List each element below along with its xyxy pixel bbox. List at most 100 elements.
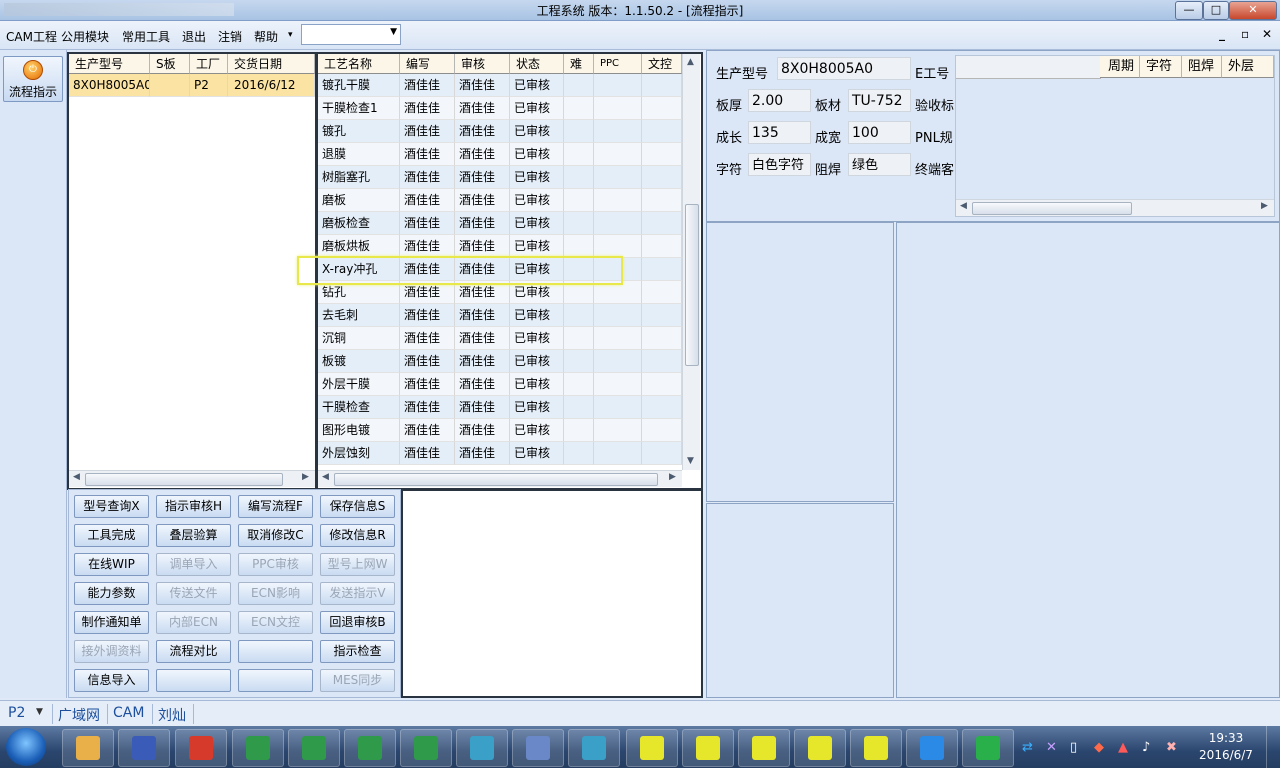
speaker-icon[interactable]: ♪ [1142, 740, 1150, 755]
char-field[interactable]: 白色字符 [748, 153, 811, 176]
shield-icon[interactable]: ◆ [1094, 740, 1104, 755]
network-status-icon[interactable]: ✖ [1166, 740, 1177, 755]
scroll-thumb[interactable] [334, 473, 658, 486]
taskbar-app-button[interactable] [400, 729, 452, 767]
clock-date[interactable]: 2016/6/7 [1196, 748, 1256, 762]
device-icon[interactable]: ▯ [1070, 740, 1077, 755]
col-header-mask[interactable]: 阻焊 [1182, 56, 1222, 78]
taskbar-app-button[interactable] [626, 729, 678, 767]
col-header-reviewer[interactable]: 审核 [455, 54, 510, 74]
taskbar-app-button[interactable] [456, 729, 508, 767]
taskbar-app-button[interactable] [232, 729, 284, 767]
menu-cam[interactable]: CAM工程 [6, 28, 57, 45]
table-row[interactable]: 外层干膜 酒佳佳 酒佳佳 已审核 [318, 373, 682, 396]
scroll-up-icon[interactable]: ▲ [687, 57, 694, 67]
length-field[interactable]: 135 [748, 121, 811, 144]
col-header-model[interactable]: 生产型号 [69, 54, 150, 74]
scroll-thumb[interactable] [685, 204, 699, 366]
menu-logout[interactable]: 注销 [218, 28, 242, 45]
menu-public-module[interactable]: 公用模块 [61, 28, 109, 45]
status-factory[interactable]: P2 [8, 705, 25, 721]
scroll-thumb[interactable] [972, 202, 1132, 215]
network-app-icon[interactable]: ⇄ [1022, 740, 1033, 755]
mask-field[interactable]: 绿色 [848, 153, 911, 176]
table-row[interactable]: 磨板 酒佳佳 酒佳佳 已审核 [318, 189, 682, 212]
blank-button[interactable] [238, 669, 313, 692]
action-button-3-0[interactable]: 能力参数 [74, 582, 149, 605]
process-horizontal-scrollbar[interactable]: ◀ ▶ [318, 470, 682, 487]
scroll-thumb[interactable] [85, 473, 283, 486]
col-header-date[interactable]: 交货日期 [228, 54, 315, 74]
taskbar-app-button[interactable] [682, 729, 734, 767]
col-header-difficulty[interactable]: 难 [564, 54, 594, 74]
mdi-close-button[interactable]: ✕ [1262, 27, 1272, 41]
taskbar-app-button[interactable] [794, 729, 846, 767]
col-header-s[interactable]: S板 [150, 54, 190, 74]
table-row[interactable]: 镀孔干膜 酒佳佳 酒佳佳 已审核 [318, 74, 682, 97]
action-button-5-3[interactable]: 指示检查 [320, 640, 395, 663]
col-header-ppc[interactable]: PPC [594, 54, 642, 74]
table-row[interactable]: 板镀 酒佳佳 酒佳佳 已审核 [318, 350, 682, 373]
mdi-minimize-button[interactable]: _ [1219, 27, 1225, 41]
material-field[interactable]: TU-752 [848, 89, 911, 112]
taskbar-app-button[interactable] [568, 729, 620, 767]
start-button[interactable] [6, 728, 46, 766]
scroll-right-icon[interactable]: ▶ [302, 472, 309, 482]
scroll-left-icon[interactable]: ◀ [322, 472, 329, 482]
action-button-1-3[interactable]: 修改信息R [320, 524, 395, 547]
table-row[interactable]: 退膜 酒佳佳 酒佳佳 已审核 [318, 143, 682, 166]
action-button-4-3[interactable]: 回退审核B [320, 611, 395, 634]
taskbar-app-button[interactable] [175, 729, 227, 767]
action-button-1-0[interactable]: 工具完成 [74, 524, 149, 547]
process-vertical-scrollbar[interactable]: ▲ ▼ [682, 54, 700, 470]
table-row[interactable]: 干膜检查1 酒佳佳 酒佳佳 已审核 [318, 97, 682, 120]
width-field[interactable]: 100 [848, 121, 911, 144]
action-button-6-0[interactable]: 信息导入 [74, 669, 149, 692]
taskbar-app-button[interactable] [962, 729, 1014, 767]
taskbar-app-button[interactable] [512, 729, 564, 767]
taskbar-app-button[interactable] [344, 729, 396, 767]
mdi-restore-button[interactable]: ▫ [1241, 27, 1249, 41]
cycle-horizontal-scrollbar[interactable]: ◀ ▶ [956, 199, 1274, 216]
scroll-right-icon[interactable]: ▶ [669, 472, 676, 482]
table-row[interactable]: 外层蚀刻 酒佳佳 酒佳佳 已审核 [318, 442, 682, 465]
col-header-cycle[interactable]: 周期 [1100, 56, 1140, 78]
blank-button[interactable] [156, 669, 231, 692]
taskbar-app-button[interactable] [906, 729, 958, 767]
action-button-5-1[interactable]: 流程对比 [156, 640, 231, 663]
scroll-down-icon[interactable]: ▼ [687, 456, 694, 466]
taskbar-app-button[interactable] [850, 729, 902, 767]
model-field[interactable]: 8X0H8005A0 [777, 57, 911, 80]
action-button-0-3[interactable]: 保存信息S [320, 495, 395, 518]
action-button-1-1[interactable]: 叠层验算 [156, 524, 231, 547]
scroll-left-icon[interactable]: ◀ [960, 201, 967, 211]
table-row[interactable]: 沉铜 酒佳佳 酒佳佳 已审核 [318, 327, 682, 350]
action-button-2-0[interactable]: 在线WIP [74, 553, 149, 576]
action-button-0-2[interactable]: 编写流程F [238, 495, 313, 518]
menu-combo-box[interactable]: ▼ [301, 24, 401, 45]
table-row[interactable]: 树脂塞孔 酒佳佳 酒佳佳 已审核 [318, 166, 682, 189]
action-button-4-0[interactable]: 制作通知单 [74, 611, 149, 634]
title-bar[interactable]: 工程系统 版本：1.1.50.2 - [流程指示] — □ ✕ [0, 0, 1280, 21]
menu-help[interactable]: 帮助 [254, 28, 278, 45]
flow-instruction-button[interactable]: ⏻ 流程指示 [3, 56, 63, 102]
table-row[interactable]: 图形电镀 酒佳佳 酒佳佳 已审核 [318, 419, 682, 442]
col-header-factory[interactable]: 工厂 [190, 54, 228, 74]
table-row[interactable]: 磨板检查 酒佳佳 酒佳佳 已审核 [318, 212, 682, 235]
menu-tools[interactable]: 常用工具 [122, 28, 170, 45]
help-dropdown-icon[interactable]: ▾ [288, 30, 293, 40]
taskbar-app-button[interactable] [738, 729, 790, 767]
thickness-field[interactable]: 2.00 [748, 89, 811, 112]
cross-app-icon[interactable]: ✕ [1046, 740, 1057, 755]
col-header-process[interactable]: 工艺名称 [318, 54, 400, 74]
menu-exit[interactable]: 退出 [182, 28, 206, 45]
action-button-0-1[interactable]: 指示审核H [156, 495, 231, 518]
action-button-1-2[interactable]: 取消修改C [238, 524, 313, 547]
blank-button[interactable] [238, 640, 313, 663]
clock-time[interactable]: 19:33 [1196, 731, 1256, 745]
close-button[interactable]: ✕ [1229, 1, 1277, 20]
col-header-status[interactable]: 状态 [510, 54, 564, 74]
table-row[interactable]: 磨板烘板 酒佳佳 酒佳佳 已审核 [318, 235, 682, 258]
col-header-outer[interactable]: 外层 [1222, 56, 1274, 78]
action-button-0-0[interactable]: 型号查询X [74, 495, 149, 518]
